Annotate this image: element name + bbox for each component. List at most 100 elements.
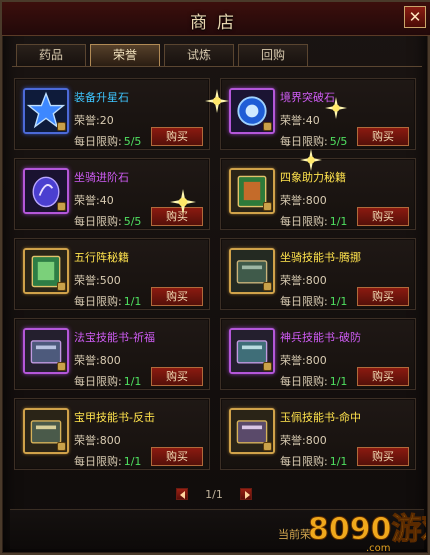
sparkle-icon	[300, 149, 322, 171]
honor-value: 800	[99, 354, 121, 367]
item-daily-limit: 每日限购: 5/5	[74, 215, 142, 228]
buy-button[interactable]: 购买	[357, 447, 409, 466]
item-daily-limit: 每日限购: 5/5	[280, 135, 348, 148]
mount-stone-icon[interactable]	[23, 168, 69, 214]
item-name: 五行阵秘籍	[74, 251, 129, 264]
item-honor-price: 荣誉:40	[74, 194, 114, 207]
buy-button[interactable]: 购买	[357, 207, 409, 226]
honor-value: 800	[305, 274, 327, 287]
page-indicator: 1/1	[205, 488, 223, 501]
buy-button[interactable]: 购买	[151, 287, 203, 306]
lock-icon	[57, 202, 66, 211]
prev-page-button[interactable]	[176, 488, 188, 500]
sparkle-icon	[170, 189, 196, 215]
limit-label: 每日限购	[74, 455, 118, 468]
skill-book-icon[interactable]	[229, 248, 275, 294]
tab-medicine[interactable]: 药品	[16, 44, 86, 66]
honor-label: 荣誉	[280, 274, 302, 287]
shop-window: 商店 ✕ 药品 荣誉 试炼 回购 装备升星石 荣誉:20 每日限购: 5/5 购买	[0, 0, 430, 555]
shop-item-card: 神兵技能书-破防 荣誉:800 每日限购: 1/1 购买	[220, 318, 416, 390]
honor-label: 荣誉	[74, 194, 96, 207]
shop-item-card: 五行阵秘籍 荣誉:500 每日限购: 1/1 购买	[14, 238, 210, 310]
item-name: 四象助力秘籍	[280, 171, 346, 184]
limit-value: 1/1	[329, 375, 348, 388]
close-button[interactable]: ✕	[404, 6, 426, 28]
item-daily-limit: 每日限购: 1/1	[280, 455, 348, 468]
buy-button[interactable]: 购买	[357, 127, 409, 146]
close-icon: ✕	[408, 8, 422, 26]
tab-trial[interactable]: 试炼	[164, 44, 234, 66]
buy-button[interactable]: 购买	[357, 367, 409, 386]
sparkle-icon	[325, 97, 347, 119]
limit-label: 每日限购	[74, 375, 118, 388]
honor-value: 800	[305, 354, 327, 367]
buy-button[interactable]: 购买	[151, 447, 203, 466]
item-daily-limit: 每日限购: 1/1	[280, 215, 348, 228]
item-honor-price: 荣誉:800	[280, 274, 327, 287]
shop-item-card: 装备升星石 荣誉:20 每日限购: 5/5 购买	[14, 78, 210, 150]
limit-label: 每日限购	[74, 135, 118, 148]
item-honor-price: 荣誉:800	[280, 354, 327, 367]
skill-book-icon[interactable]	[23, 408, 69, 454]
limit-value: 1/1	[123, 455, 142, 468]
shop-item-card: 境界突破石 荣誉:40 每日限购: 5/5 购买	[220, 78, 416, 150]
item-name: 坐骑进阶石	[74, 171, 129, 184]
limit-value: 1/1	[329, 455, 348, 468]
tab-label: 回购	[260, 48, 285, 62]
sparkle-icon	[205, 89, 229, 113]
limit-value: 1/1	[123, 295, 142, 308]
buy-button[interactable]: 购买	[151, 127, 203, 146]
buy-button[interactable]: 购买	[357, 287, 409, 306]
lock-icon	[263, 442, 272, 451]
item-honor-price: 荣誉:800	[74, 434, 121, 447]
honor-label: 荣誉	[74, 434, 96, 447]
tab-label: 试炼	[186, 48, 211, 62]
limit-label: 每日限购	[74, 295, 118, 308]
item-daily-limit: 每日限购: 5/5	[74, 135, 142, 148]
item-daily-limit: 每日限购: 1/1	[280, 295, 348, 308]
lock-icon	[57, 362, 66, 371]
tab-buyback[interactable]: 回购	[238, 44, 308, 66]
lock-icon	[263, 202, 272, 211]
tab-bar: 药品 荣誉 试炼 回购	[12, 42, 422, 67]
honor-label: 荣誉	[280, 354, 302, 367]
item-grid: 装备升星石 荣誉:20 每日限购: 5/5 购买 境界突破石 荣誉:40 每日限购…	[10, 70, 424, 470]
window-title: 商店	[190, 13, 244, 33]
honor-value: 800	[305, 434, 327, 447]
lock-icon	[57, 442, 66, 451]
honor-value: 20	[99, 114, 114, 127]
limit-value: 1/1	[329, 215, 348, 228]
8090-logo-watermark: 8090游戏 .com	[308, 512, 427, 554]
skill-book-icon[interactable]	[229, 408, 275, 454]
buy-button[interactable]: 购买	[151, 367, 203, 386]
watermark-text: 8090游戏	[308, 512, 426, 547]
limit-value: 5/5	[123, 135, 142, 148]
five-elements-book-icon[interactable]	[23, 248, 69, 294]
item-daily-limit: 每日限购: 1/1	[74, 455, 142, 468]
honor-label: 荣誉	[280, 434, 302, 447]
honor-value: 40	[305, 114, 320, 127]
breakthrough-orb-icon[interactable]	[229, 88, 275, 134]
item-daily-limit: 每日限购: 1/1	[280, 375, 348, 388]
tab-honor[interactable]: 荣誉	[90, 44, 160, 66]
item-daily-limit: 每日限购: 1/1	[74, 375, 142, 388]
item-honor-price: 荣誉:500	[74, 274, 121, 287]
blue-star-gem-icon[interactable]	[23, 88, 69, 134]
limit-label: 每日限购	[280, 295, 324, 308]
chevron-right-icon	[245, 491, 250, 499]
skill-book-icon[interactable]	[23, 328, 69, 374]
item-name: 宝甲技能书-反击	[74, 411, 155, 424]
four-symbols-book-icon[interactable]	[229, 168, 275, 214]
tab-label: 药品	[38, 48, 63, 62]
limit-label: 每日限购	[280, 455, 324, 468]
item-honor-price: 荣誉:800	[280, 434, 327, 447]
next-page-button[interactable]	[240, 488, 252, 500]
item-name: 坐骑技能书-腾挪	[280, 251, 361, 264]
lock-icon	[57, 282, 66, 291]
chevron-left-icon	[180, 491, 185, 499]
lock-icon	[263, 362, 272, 371]
item-honor-price: 荣誉:800	[280, 194, 327, 207]
limit-label: 每日限购	[280, 375, 324, 388]
skill-book-icon[interactable]	[229, 328, 275, 374]
limit-value: 5/5	[329, 135, 348, 148]
